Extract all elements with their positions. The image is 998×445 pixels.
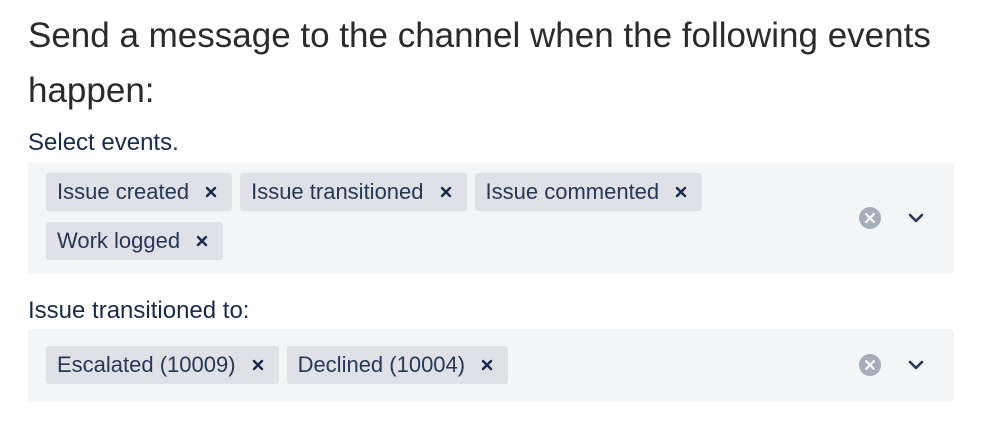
chevron-down-icon[interactable] <box>904 353 928 377</box>
chip-label: Issue created <box>57 179 190 204</box>
chip-label: Issue commented <box>485 179 660 204</box>
clear-circle-icon[interactable] <box>858 206 882 230</box>
chevron-down-icon[interactable] <box>904 206 928 230</box>
remove-icon[interactable] <box>248 355 268 375</box>
select-events-chips: Issue created Issue transitioned Issue c… <box>46 173 826 260</box>
clear-circle-icon[interactable] <box>858 353 882 377</box>
remove-icon[interactable] <box>192 231 212 251</box>
select-events-label: Select events. <box>28 129 179 156</box>
event-chip-issue-transitioned: Issue transitioned <box>240 173 467 211</box>
status-chip-escalated: Escalated (10009) <box>46 346 279 384</box>
event-chip-issue-commented: Issue commented <box>474 173 703 211</box>
issue-transitioned-to-multiselect[interactable]: Escalated (10009) Declined (10004) <box>28 329 954 402</box>
issue-transitioned-to-label: Issue transitioned to: <box>28 297 250 324</box>
status-chip-declined: Declined (10004) <box>286 346 509 384</box>
chip-label: Escalated (10009) <box>57 352 236 377</box>
page-heading: Send a message to the channel when the f… <box>28 16 931 110</box>
chip-label: Work logged <box>57 228 181 253</box>
event-chip-issue-created: Issue created <box>46 173 233 211</box>
remove-icon[interactable] <box>436 182 456 202</box>
select-events-multiselect[interactable]: Issue created Issue transitioned Issue c… <box>28 162 954 274</box>
remove-icon[interactable] <box>201 182 221 202</box>
select-events-controls <box>858 206 928 230</box>
transition-controls <box>858 353 928 377</box>
remove-icon[interactable] <box>671 182 691 202</box>
remove-icon[interactable] <box>477 355 497 375</box>
chip-label: Issue transitioned <box>251 179 424 204</box>
event-chip-work-logged: Work logged <box>46 222 224 260</box>
transition-chips: Escalated (10009) Declined (10004) <box>46 346 826 384</box>
chip-label: Declined (10004) <box>297 352 466 377</box>
